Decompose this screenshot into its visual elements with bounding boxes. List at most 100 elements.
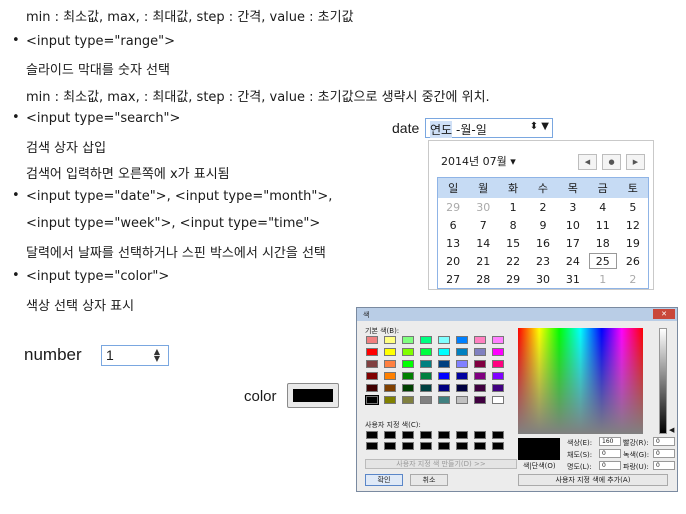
calendar-day[interactable]: 7 [468, 216, 498, 234]
basic-color-swatch[interactable] [438, 384, 450, 392]
custom-color-slot[interactable] [384, 442, 396, 450]
basic-color-swatch[interactable] [402, 396, 414, 404]
calendar-day[interactable]: 19 [618, 234, 649, 252]
basic-color-swatch[interactable] [438, 372, 450, 380]
basic-color-swatch[interactable] [366, 336, 378, 344]
basic-color-swatch[interactable] [474, 384, 486, 392]
number-input[interactable]: 1 ▲ ▼ [101, 345, 169, 366]
calendar-day[interactable]: 15 [498, 234, 528, 252]
custom-color-slot[interactable] [456, 431, 468, 439]
custom-color-slot[interactable] [420, 442, 432, 450]
calendar-day[interactable]: 29 [438, 198, 469, 216]
calendar-day[interactable]: 23 [528, 252, 558, 270]
custom-color-slot[interactable] [474, 442, 486, 450]
basic-color-swatch[interactable] [438, 396, 450, 404]
date-month-day-segment[interactable]: -월-일 [456, 121, 487, 138]
color-picker-button[interactable] [287, 383, 339, 408]
add-custom-color-button[interactable]: 사용자 지정 색에 추가(A) [518, 474, 668, 486]
basic-color-swatch[interactable] [384, 384, 396, 392]
basic-color-swatch[interactable] [456, 360, 468, 368]
close-icon[interactable]: ✕ [653, 309, 675, 319]
basic-color-swatch[interactable] [438, 336, 450, 344]
calendar-day[interactable]: 4 [588, 198, 618, 216]
sat-field[interactable]: 0 [599, 449, 621, 458]
calendar-day[interactable]: 12 [618, 216, 649, 234]
basic-color-swatch[interactable] [384, 336, 396, 344]
custom-color-slot[interactable] [492, 431, 504, 439]
blue-field[interactable]: 0 [653, 461, 675, 470]
calendar-day[interactable]: 1 [588, 270, 618, 289]
basic-color-swatch[interactable] [492, 336, 504, 344]
calendar-day[interactable]: 27 [438, 270, 469, 289]
calendar-day[interactable]: 24 [558, 252, 588, 270]
basic-color-swatch[interactable] [456, 372, 468, 380]
basic-color-swatch[interactable] [402, 336, 414, 344]
basic-color-swatch[interactable] [474, 336, 486, 344]
calendar-day[interactable]: 26 [618, 252, 649, 270]
calendar-day[interactable]: 11 [588, 216, 618, 234]
basic-color-swatch[interactable] [492, 360, 504, 368]
prev-month-icon[interactable]: ◀ [578, 154, 597, 170]
basic-color-swatch[interactable] [402, 360, 414, 368]
calendar-day[interactable]: 2 [618, 270, 649, 289]
make-custom-color-button[interactable]: 사용자 지정 색 만들기(D) >> [365, 459, 517, 469]
red-field[interactable]: 0 [653, 437, 675, 446]
lum-field[interactable]: 0 [599, 461, 621, 470]
calendar-day[interactable]: 31 [558, 270, 588, 289]
basic-color-swatch[interactable] [456, 396, 468, 404]
basic-color-swatch[interactable] [474, 372, 486, 380]
calendar-day[interactable]: 8 [498, 216, 528, 234]
basic-color-swatch[interactable] [474, 360, 486, 368]
custom-color-slot[interactable] [366, 431, 378, 439]
basic-color-swatch[interactable] [366, 360, 378, 368]
calendar-day[interactable]: 6 [438, 216, 469, 234]
calendar-day[interactable]: 1 [498, 198, 528, 216]
today-icon[interactable]: ● [602, 154, 621, 170]
basic-color-swatch[interactable] [420, 396, 432, 404]
luminance-arrow-icon[interactable]: ◀ [669, 426, 674, 434]
basic-color-swatch[interactable] [492, 396, 504, 404]
hue-field[interactable]: 160 [599, 437, 621, 446]
calendar-day[interactable]: 14 [468, 234, 498, 252]
calendar-day[interactable]: 18 [588, 234, 618, 252]
basic-color-swatch[interactable] [492, 348, 504, 356]
color-spectrum[interactable] [518, 328, 643, 434]
custom-color-slot[interactable] [438, 442, 450, 450]
basic-color-swatch[interactable] [420, 348, 432, 356]
basic-color-swatch[interactable] [366, 372, 378, 380]
date-year-segment[interactable]: 연도 [430, 121, 453, 138]
calendar-day[interactable]: 21 [468, 252, 498, 270]
basic-color-swatch[interactable] [492, 384, 504, 392]
basic-color-swatch[interactable] [474, 396, 486, 404]
calendar-day[interactable]: 17 [558, 234, 588, 252]
custom-color-slot[interactable] [474, 431, 486, 439]
basic-color-swatch[interactable] [420, 336, 432, 344]
calendar-day[interactable]: 28 [468, 270, 498, 289]
custom-color-slot[interactable] [402, 431, 414, 439]
calendar-day[interactable]: 9 [528, 216, 558, 234]
calendar-day[interactable]: 25 [588, 252, 618, 270]
basic-color-swatch[interactable] [384, 372, 396, 380]
custom-color-slot[interactable] [492, 442, 504, 450]
basic-color-swatch[interactable] [474, 348, 486, 356]
calendar-day[interactable]: 30 [528, 270, 558, 289]
custom-color-slot[interactable] [384, 431, 396, 439]
date-input[interactable]: 연도 -월-일 ⬍ ▼ [425, 118, 553, 138]
basic-color-swatch[interactable] [384, 360, 396, 368]
basic-color-swatch[interactable] [384, 348, 396, 356]
calendar-day[interactable]: 3 [558, 198, 588, 216]
custom-color-slot[interactable] [438, 431, 450, 439]
basic-color-swatch[interactable] [420, 384, 432, 392]
basic-color-swatch[interactable] [438, 348, 450, 356]
calendar-day[interactable]: 5 [618, 198, 649, 216]
calendar-day[interactable]: 30 [468, 198, 498, 216]
next-month-icon[interactable]: ▶ [626, 154, 645, 170]
calendar-month-select[interactable]: 2014년 07월 ▾ [441, 153, 516, 169]
luminance-slider[interactable] [659, 328, 667, 434]
basic-color-swatch[interactable] [456, 336, 468, 344]
basic-color-swatch[interactable] [402, 372, 414, 380]
calendar-day[interactable]: 13 [438, 234, 469, 252]
calendar-day[interactable]: 22 [498, 252, 528, 270]
basic-color-swatch[interactable] [456, 384, 468, 392]
calendar-day[interactable]: 2 [528, 198, 558, 216]
